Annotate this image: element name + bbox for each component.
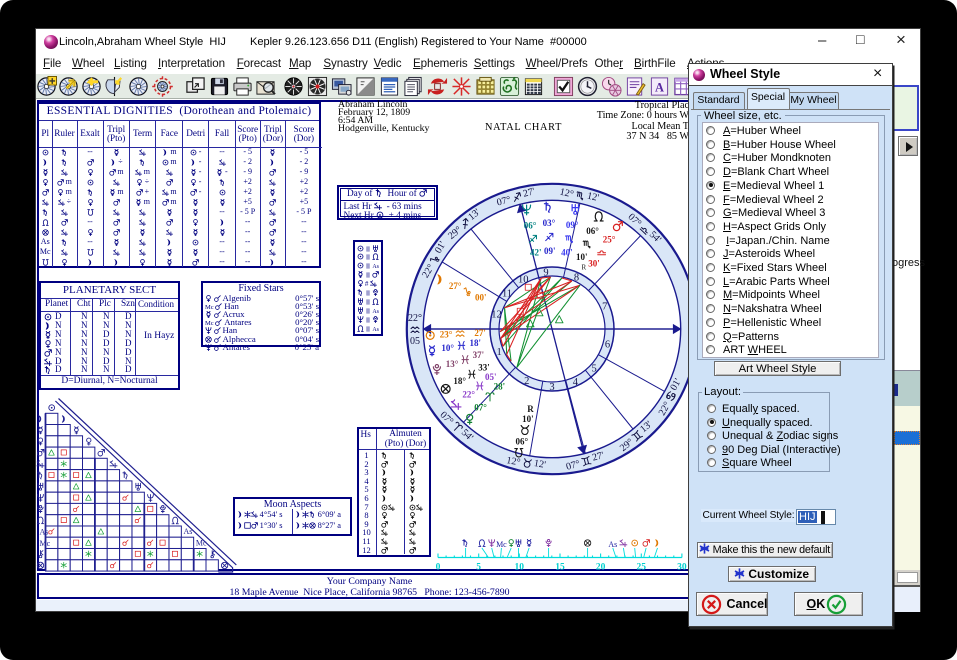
svg-text:R: R <box>581 263 586 271</box>
svg-text:13°: 13° <box>445 359 458 369</box>
svg-text:7: 7 <box>602 301 607 312</box>
svg-text:22°: 22° <box>408 313 422 324</box>
svg-text:09°: 09° <box>565 219 578 229</box>
svg-text:9: 9 <box>543 267 548 278</box>
svg-text:30': 30' <box>588 258 600 268</box>
svg-text:2: 2 <box>524 376 529 387</box>
svg-text:3: 3 <box>549 382 554 393</box>
svg-text:A: A <box>655 80 664 94</box>
svg-text:As: As <box>608 540 617 549</box>
svg-text:25°: 25° <box>602 234 615 244</box>
svg-text:37': 37' <box>472 349 484 359</box>
svg-text:12': 12' <box>533 457 547 470</box>
svg-text:As: As <box>40 528 49 537</box>
svg-text:06°: 06° <box>515 436 528 446</box>
svg-text:5: 5 <box>476 563 481 573</box>
svg-text:Mc: Mc <box>196 538 207 547</box>
svg-text:42': 42' <box>530 247 542 257</box>
svg-text:40': 40' <box>561 247 573 257</box>
svg-text:12: 12 <box>491 309 502 320</box>
svg-text:09': 09' <box>543 246 555 256</box>
svg-text:06°: 06° <box>586 226 599 236</box>
svg-text:11: 11 <box>501 288 511 299</box>
svg-text:30: 30 <box>677 563 687 573</box>
svg-text:27': 27' <box>474 327 486 337</box>
svg-text:25: 25 <box>637 563 647 573</box>
svg-text:4: 4 <box>572 377 578 388</box>
svg-text:18': 18' <box>469 337 481 347</box>
svg-text:10': 10' <box>576 251 588 261</box>
svg-text:07°: 07° <box>474 402 487 412</box>
svg-text:10': 10' <box>522 413 534 423</box>
svg-text:27°: 27° <box>448 280 461 290</box>
svg-text:1: 1 <box>496 347 501 358</box>
svg-text:R: R <box>527 404 534 414</box>
svg-text:05: 05 <box>410 336 420 347</box>
svg-text:10: 10 <box>515 563 525 573</box>
svg-text:00': 00' <box>474 292 486 302</box>
svg-text:0: 0 <box>436 563 441 573</box>
svg-text:8: 8 <box>573 272 578 283</box>
svg-text:As: As <box>184 527 193 536</box>
svg-text:20: 20 <box>596 563 606 573</box>
svg-text:Mc: Mc <box>40 539 51 548</box>
svg-text:18°: 18° <box>453 376 466 386</box>
svg-text:Mc: Mc <box>496 540 507 549</box>
svg-text:28': 28' <box>493 381 505 391</box>
svg-text:6: 6 <box>604 339 609 350</box>
svg-text:5: 5 <box>591 363 596 374</box>
svg-text:03°: 03° <box>542 218 555 228</box>
svg-text:23°: 23° <box>439 329 452 339</box>
svg-text:10°: 10° <box>441 343 454 353</box>
svg-text:15: 15 <box>555 563 565 573</box>
svg-text:22°: 22° <box>462 389 475 399</box>
svg-text:06°: 06° <box>523 220 536 230</box>
svg-text:33': 33' <box>478 362 490 372</box>
